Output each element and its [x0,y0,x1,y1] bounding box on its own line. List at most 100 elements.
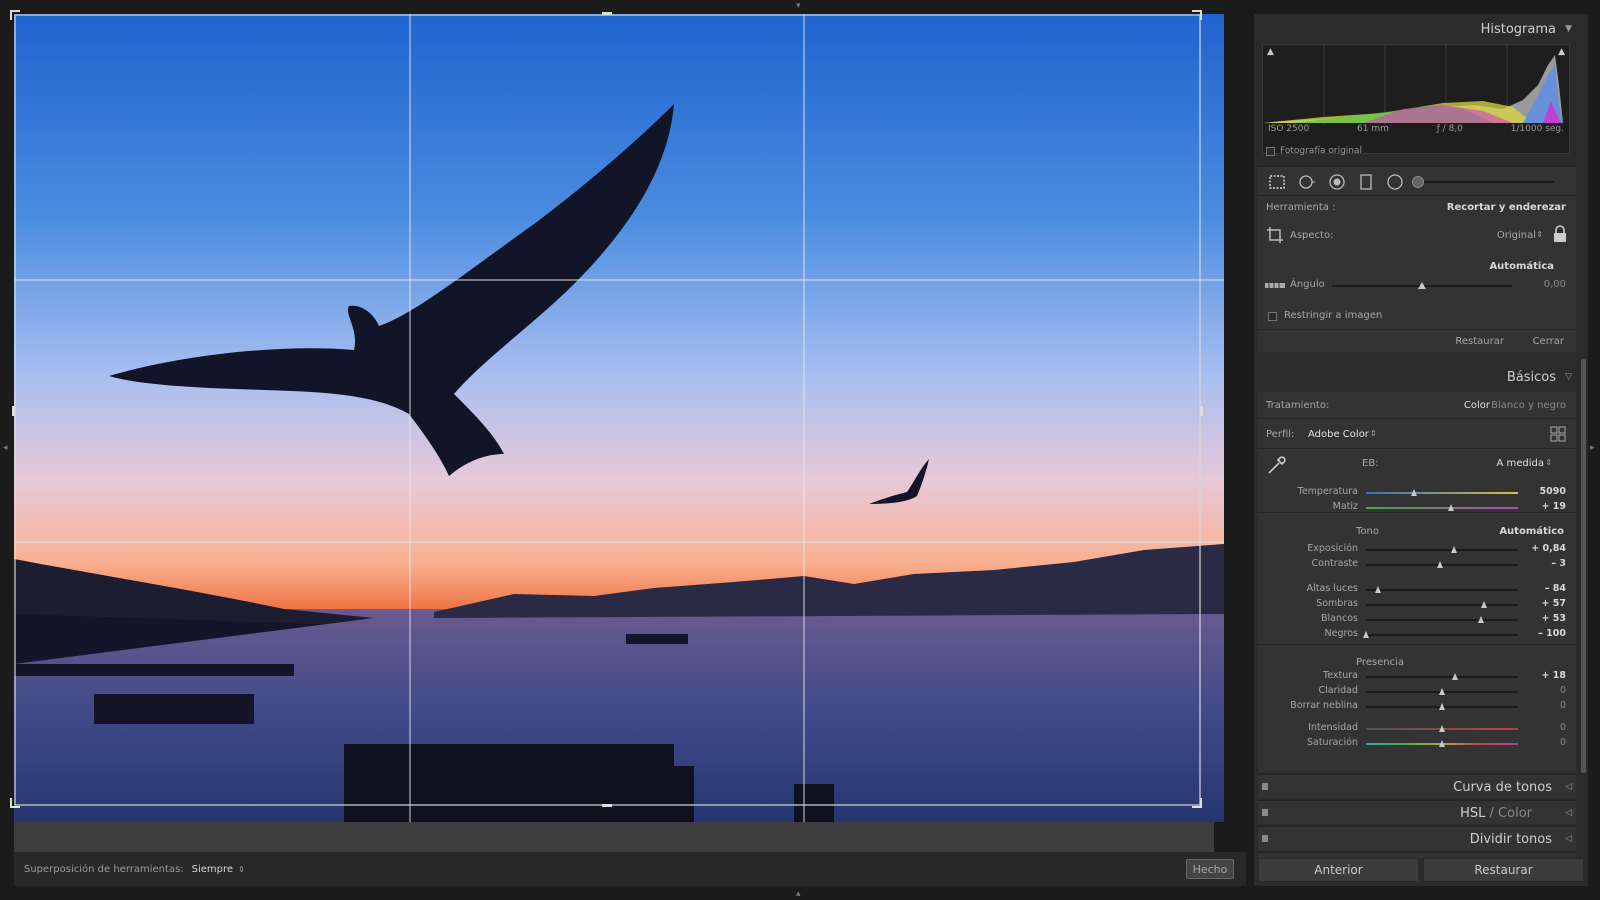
right-panel-toggle-icon[interactable]: ▸ [1590,444,1595,453]
constrain-checkbox[interactable] [1268,312,1277,321]
crop-overlay-icon[interactable] [1268,173,1286,191]
textura-slider-track[interactable] [1366,676,1518,678]
aspect-spinner-icon[interactable]: ⇕ [1536,230,1543,239]
crop-handle-top-left[interactable] [10,10,20,20]
negros-slider-thumb[interactable] [1362,631,1369,638]
color-title[interactable]: Color [1498,806,1532,821]
negros-value[interactable]: – 100 [1530,628,1566,639]
claridad-value[interactable]: 0 [1530,685,1566,696]
profile-browser-icon[interactable] [1550,426,1566,442]
intensidad-value[interactable]: 0 [1530,722,1566,733]
wb-spinner-icon[interactable]: ⇕ [1545,458,1552,467]
shadow-clip-icon[interactable]: ▲ [1267,47,1274,57]
exposicion-slider-thumb[interactable] [1450,546,1457,553]
collapse-icon[interactable]: ◁ [1565,808,1572,818]
temperatura-slider-thumb[interactable] [1411,489,1418,496]
altas-luces-value[interactable]: – 84 [1530,583,1566,594]
previous-button[interactable]: Anterior [1258,858,1419,882]
crop-handle-bottom-right[interactable] [1192,798,1202,808]
left-panel-toggle-icon[interactable]: ◂ [3,444,8,453]
red-eye-icon[interactable] [1328,173,1346,191]
sombras-slider-thumb[interactable] [1481,601,1488,608]
negros-slider-track[interactable] [1366,634,1518,636]
textura-slider-thumb[interactable] [1452,673,1459,680]
top-panel-toggle-icon[interactable]: ▾ [796,2,801,11]
temperatura-slider-track[interactable] [1366,492,1518,494]
textura-value[interactable]: + 18 [1530,670,1567,681]
borrar-neblina-slider-thumb[interactable] [1438,703,1445,710]
histogram[interactable]: ▲ ▲ [1262,44,1570,154]
graduated-filter-icon[interactable] [1357,173,1375,191]
eyedropper-icon[interactable] [1266,454,1288,476]
borrar-neblina-value[interactable]: 0 [1530,700,1566,711]
original-photo-checkbox[interactable] [1266,146,1275,156]
crop-close-button[interactable]: Cerrar [1533,336,1564,347]
intensidad-slider-thumb[interactable] [1438,725,1445,732]
treatment-bw-button[interactable]: Blanco y negro [1491,400,1566,411]
crop-handle-bottom-left[interactable] [10,798,20,808]
brush-size-thumb[interactable] [1412,176,1424,188]
treatment-color-button[interactable]: Color [1464,400,1490,411]
matiz-slider-track[interactable] [1366,507,1518,509]
hsl-panel-header[interactable]: HSL / Color ◁ [1258,800,1576,824]
highlight-clip-icon[interactable]: ▲ [1558,47,1565,57]
tone-auto-button[interactable]: Automático [1499,526,1564,537]
spot-removal-icon[interactable] [1298,173,1316,191]
aspect-lock-icon[interactable] [1552,224,1568,244]
done-button[interactable]: Hecho [1186,859,1234,879]
spinner-icon[interactable]: ⇕ [238,865,245,874]
aspect-select[interactable]: Original [1497,230,1536,241]
sombras-value[interactable]: + 57 [1530,598,1567,609]
profile-select[interactable]: Adobe Color [1308,429,1369,440]
original-photo-toggle[interactable]: Fotografía original [1266,146,1362,156]
basic-header[interactable]: Básicos ▽ [1258,364,1576,390]
crop-handle-left[interactable] [12,406,15,416]
blancos-slider-track[interactable] [1366,619,1518,621]
radial-filter-icon[interactable] [1386,173,1404,191]
brush-size-track[interactable] [1414,181,1554,183]
exposicion-value[interactable]: + 0,84 [1530,543,1566,554]
matiz-slider-thumb[interactable] [1447,504,1454,511]
tone-curve-panel-header[interactable]: Curva de tonos ◁ [1258,774,1576,798]
altas-luces-slider-thumb[interactable] [1374,586,1381,593]
panel-scrollbar[interactable] [1581,359,1586,773]
blancos-value[interactable]: + 53 [1530,613,1567,624]
tool-overlay-select[interactable]: Siempre [192,864,233,875]
panel-toggle-icon[interactable] [1262,809,1268,816]
split-toning-panel-header[interactable]: Dividir tonos ◁ [1258,826,1576,850]
panel-toggle-icon[interactable] [1262,783,1268,790]
crop-handle-top[interactable] [602,12,612,15]
crop-handle-top-right[interactable] [1192,10,1202,20]
crop-handle-right[interactable] [1200,406,1203,416]
histogram-header[interactable]: Histograma ▼ [1258,16,1576,42]
level-straighten-icon[interactable] [1264,280,1286,292]
crop-reset-button[interactable]: Restaurar [1455,336,1504,347]
exposicion-slider-track[interactable] [1366,549,1518,551]
collapse-icon[interactable]: ▽ [1565,372,1572,382]
saturacion-slider-thumb[interactable] [1438,740,1445,747]
altas-luces-slider-track[interactable] [1366,589,1518,591]
bottom-panel-toggle-icon[interactable]: ▴ [796,890,801,899]
crop-frame-icon[interactable] [1266,226,1284,244]
matiz-value[interactable]: + 19 [1530,501,1567,512]
crop-handle-bottom[interactable] [602,804,612,807]
sombras-slider-track[interactable] [1366,604,1518,606]
contraste-value[interactable]: – 3 [1530,558,1566,569]
contraste-slider-thumb[interactable] [1436,561,1443,568]
profile-spinner-icon[interactable]: ⇕ [1370,429,1377,438]
collapse-icon[interactable]: ◁ [1565,834,1572,844]
hsl-title[interactable]: HSL [1460,806,1485,821]
reset-button[interactable]: Restaurar [1423,858,1584,882]
claridad-slider-thumb[interactable] [1438,688,1445,695]
saturacion-value[interactable]: 0 [1530,737,1566,748]
collapse-icon[interactable]: ◁ [1565,782,1572,792]
collapse-icon[interactable]: ▼ [1565,24,1572,34]
photo-crop-area[interactable] [10,10,1224,822]
temperatura-value[interactable]: 5090 [1530,486,1566,497]
panel-toggle-icon[interactable] [1262,835,1268,842]
angle-slider-thumb[interactable] [1418,282,1426,289]
blancos-slider-thumb[interactable] [1478,616,1485,623]
angle-auto-button[interactable]: Automática [1489,261,1554,272]
develop-nav-buttons: Anterior Restaurar [1254,858,1588,882]
wb-select[interactable]: A medida [1496,458,1544,469]
